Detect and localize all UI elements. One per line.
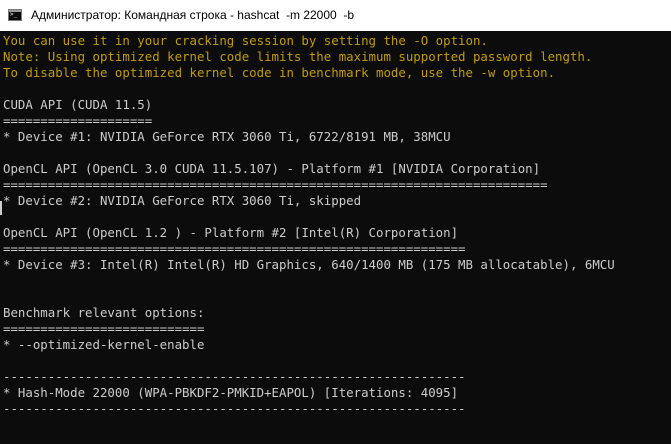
console-line: To disable the optimized kernel code in …: [3, 65, 556, 80]
console-line: ========================================…: [3, 177, 548, 192]
console-line: ====================: [3, 113, 153, 128]
console-line: CUDA API (CUDA 11.5): [3, 97, 153, 112]
console-line: ----------------------------------------…: [3, 401, 466, 416]
console-line: * --optimized-kernel-enable: [3, 337, 205, 352]
console-line: * Device #1: NVIDIA GeForce RTX 3060 Ti,…: [3, 129, 451, 144]
console-line: * Device #3: Intel(R) Intel(R) HD Graphi…: [3, 257, 615, 272]
console-line: ----------------------------------------…: [3, 369, 466, 384]
console-line: You can use it in your cracking session …: [3, 33, 488, 48]
text-cursor: [0, 201, 2, 215]
console-line: Note: Using optimized kernel code limits…: [3, 49, 593, 64]
title-bar[interactable]: Администратор: Командная строка - hashca…: [0, 0, 671, 31]
console-line: OpenCL API (OpenCL 1.2 ) - Platform #2 […: [3, 225, 459, 240]
console-line: ========================================…: [3, 241, 466, 256]
console-line: * Device #2: NVIDIA GeForce RTX 3060 Ti,…: [3, 193, 362, 208]
window-title: Администратор: Командная строка - hashca…: [31, 8, 355, 22]
console-line: ===========================: [3, 321, 205, 336]
console-line: * Hash-Mode 22000 (WPA-PBKDF2-PMKID+EAPO…: [3, 385, 459, 400]
console-line: OpenCL API (OpenCL 3.0 CUDA 11.5.107) - …: [3, 161, 541, 176]
console-line: Benchmark relevant options:: [3, 305, 205, 320]
console-output[interactable]: You can use it in your cracking session …: [0, 31, 671, 444]
command-prompt-window: Администратор: Командная строка - hashca…: [0, 0, 671, 444]
cmd-icon: [8, 9, 22, 21]
